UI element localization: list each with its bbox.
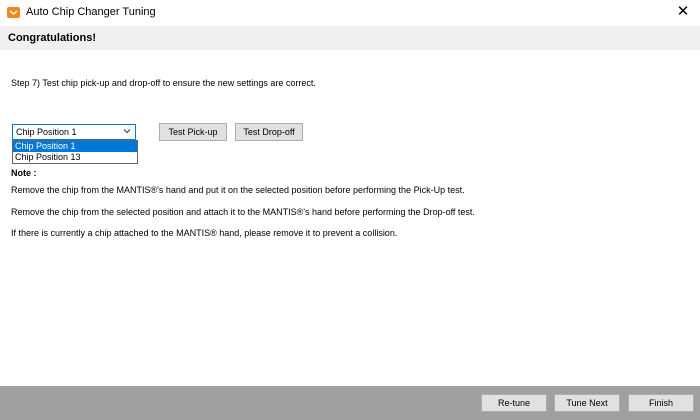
chip-position-select[interactable]: Chip Position 1 xyxy=(12,124,136,140)
chip-position-value: Chip Position 1 xyxy=(16,127,77,137)
note-label: Note : xyxy=(11,168,37,178)
step-instruction: Step 7) Test chip pick-up and drop-off t… xyxy=(11,78,316,88)
header-band: Congratulations! xyxy=(0,26,700,50)
window-title: Auto Chip Changer Tuning xyxy=(26,6,156,18)
note-line: Remove the chip from the selected positi… xyxy=(11,207,475,217)
dropdown-option[interactable]: Chip Position 1 xyxy=(13,141,137,152)
tune-next-button[interactable]: Tune Next xyxy=(554,394,620,412)
test-dropoff-button[interactable]: Test Drop-off xyxy=(235,123,303,141)
app-icon xyxy=(7,7,20,18)
chip-position-dropdown: Chip Position 1 Chip Position 13 xyxy=(12,140,138,164)
note-line: If there is currently a chip attached to… xyxy=(11,228,398,238)
page-title: Congratulations! xyxy=(8,32,96,44)
close-button[interactable]: ✕ xyxy=(666,0,700,26)
test-pickup-button[interactable]: Test Pick-up xyxy=(159,123,227,141)
dropdown-option[interactable]: Chip Position 13 xyxy=(13,152,137,163)
title-bar: Auto Chip Changer Tuning ✕ xyxy=(0,0,700,26)
chevron-down-icon[interactable] xyxy=(123,127,131,135)
close-icon[interactable]: ✕ xyxy=(677,3,690,20)
note-line: Remove the chip from the MANTIS®'s hand … xyxy=(11,185,465,195)
retune-button[interactable]: Re-tune xyxy=(481,394,547,412)
finish-button[interactable]: Finish xyxy=(628,394,694,412)
